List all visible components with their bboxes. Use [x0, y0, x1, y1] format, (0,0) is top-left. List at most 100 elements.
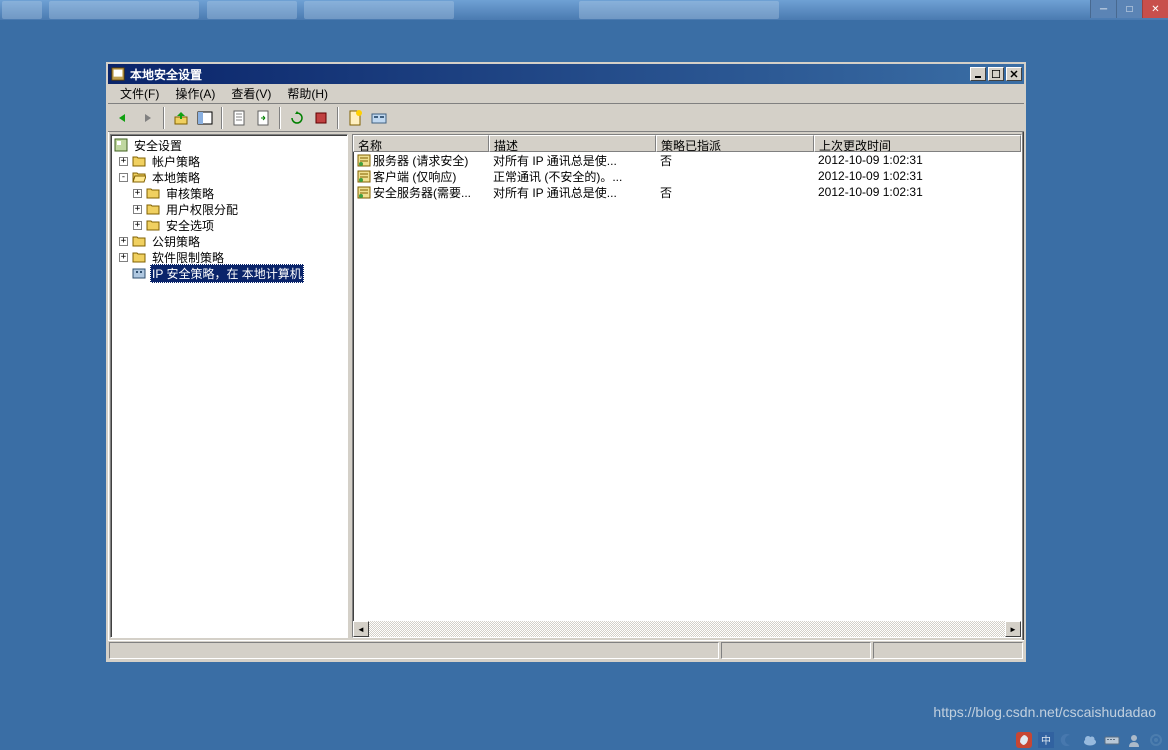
toolbar: [108, 104, 1024, 132]
tray-lang-icon[interactable]: 中: [1038, 732, 1054, 748]
policy-icon: [357, 185, 371, 199]
horizontal-scrollbar[interactable]: ◄ ►: [353, 621, 1021, 637]
tray-user-icon[interactable]: [1126, 732, 1142, 748]
expander-icon[interactable]: +: [119, 157, 128, 166]
expander-icon[interactable]: -: [119, 173, 128, 182]
folder-icon: [131, 249, 147, 265]
os-top-taskbar: [0, 0, 1168, 20]
mmc-window: 本地安全设置 文件(F) 操作(A) 查看(V) 帮助(H) 安全设: [106, 62, 1026, 662]
ipsec-icon: [131, 265, 147, 281]
tree-label: 安全选项: [164, 217, 216, 234]
col-description[interactable]: 描述: [489, 135, 656, 152]
os-minimize-button[interactable]: ─: [1090, 0, 1116, 18]
tree-account-policy[interactable]: + 帐户策略: [113, 153, 345, 169]
menubar: 文件(F) 操作(A) 查看(V) 帮助(H): [108, 84, 1024, 104]
up-button[interactable]: [170, 107, 192, 129]
tree-audit-policy[interactable]: + 审核策略: [113, 185, 345, 201]
tree-security-options[interactable]: + 安全选项: [113, 217, 345, 233]
tree-root[interactable]: 安全设置: [113, 137, 345, 153]
manage-filter-button[interactable]: [368, 107, 390, 129]
close-button[interactable]: [1006, 67, 1022, 81]
col-modified[interactable]: 上次更改时间: [814, 135, 1021, 152]
status-panel: [109, 642, 719, 659]
tray-gear-icon[interactable]: [1148, 732, 1164, 748]
folder-icon: [131, 153, 147, 169]
expander-icon[interactable]: +: [133, 221, 142, 230]
system-tray: 中: [1016, 732, 1164, 748]
scroll-track[interactable]: [369, 621, 1005, 637]
toolbar-separator: [163, 107, 165, 129]
export-button[interactable]: [252, 107, 274, 129]
os-close-button[interactable]: ✕: [1142, 0, 1168, 18]
stop-button[interactable]: [310, 107, 332, 129]
toolbar-separator: [279, 107, 281, 129]
statusbar: [108, 640, 1024, 660]
expander-icon[interactable]: +: [133, 205, 142, 214]
menu-view[interactable]: 查看(V): [223, 83, 279, 104]
folder-icon: [145, 201, 161, 217]
tree-local-policy[interactable]: - 本地策略: [113, 169, 345, 185]
app-icon: [110, 66, 126, 82]
col-assigned[interactable]: 策略已指派: [656, 135, 814, 152]
tree-user-rights[interactable]: + 用户权限分配: [113, 201, 345, 217]
menu-help[interactable]: 帮助(H): [279, 83, 336, 104]
cell-assigned: 否: [656, 184, 814, 201]
toolbar-separator: [337, 107, 339, 129]
maximize-button[interactable]: [988, 67, 1004, 81]
cell-desc: 对所有 IP 通讯总是使...: [489, 152, 656, 169]
folder-icon: [145, 217, 161, 233]
watermark: https://blog.csdn.net/cscaishudadao: [933, 704, 1156, 720]
list-item[interactable]: 安全服务器(需要... 对所有 IP 通讯总是使... 否 2012-10-09…: [353, 184, 1021, 200]
folder-icon: [131, 233, 147, 249]
refresh-button[interactable]: [286, 107, 308, 129]
expander-icon[interactable]: +: [133, 189, 142, 198]
list-body[interactable]: 服务器 (请求安全) 对所有 IP 通讯总是使... 否 2012-10-09 …: [353, 152, 1021, 621]
svg-text:中: 中: [1041, 734, 1051, 747]
tree-pane[interactable]: 安全设置 + 帐户策略 - 本地策略 + 审核策略: [110, 134, 348, 638]
tray-moon-icon[interactable]: [1060, 732, 1076, 748]
tree-label: 审核策略: [164, 185, 216, 202]
cell-name: 客户端 (仅响应): [373, 168, 456, 185]
cell-name: 安全服务器(需要...: [373, 184, 471, 201]
cell-desc: 正常通讯 (不安全的)。...: [489, 168, 656, 185]
tree-label: 安全设置: [132, 137, 184, 154]
properties-button[interactable]: [228, 107, 250, 129]
list-item[interactable]: 客户端 (仅响应) 正常通讯 (不安全的)。... 2012-10-09 1:0…: [353, 168, 1021, 184]
menu-file[interactable]: 文件(F): [112, 83, 167, 104]
titlebar: 本地安全设置: [108, 64, 1024, 84]
tray-keyboard-icon[interactable]: [1104, 732, 1120, 748]
folder-open-icon: [131, 169, 147, 185]
back-button[interactable]: [112, 107, 134, 129]
tree-label: 帐户策略: [150, 153, 202, 170]
cell-modified: 2012-10-09 1:02:31: [814, 169, 1021, 183]
tree-ip-security[interactable]: IP 安全策略，在 本地计算机: [113, 265, 345, 281]
policy-icon: [357, 153, 371, 167]
scroll-right-button[interactable]: ►: [1005, 621, 1021, 637]
list-item[interactable]: 服务器 (请求安全) 对所有 IP 通讯总是使... 否 2012-10-09 …: [353, 152, 1021, 168]
scroll-left-button[interactable]: ◄: [353, 621, 369, 637]
menu-action[interactable]: 操作(A): [167, 83, 223, 104]
cell-assigned: 否: [656, 152, 814, 169]
cell-modified: 2012-10-09 1:02:31: [814, 185, 1021, 199]
cell-desc: 对所有 IP 通讯总是使...: [489, 184, 656, 201]
tray-ime-icon[interactable]: [1016, 732, 1032, 748]
show-hide-tree-button[interactable]: [194, 107, 216, 129]
expander-icon[interactable]: +: [119, 237, 128, 246]
os-maximize-button[interactable]: □: [1116, 0, 1142, 18]
tree-label: 公钥策略: [150, 233, 202, 250]
forward-button[interactable]: [136, 107, 158, 129]
toolbar-separator: [221, 107, 223, 129]
minimize-button[interactable]: [970, 67, 986, 81]
expander-icon[interactable]: +: [119, 253, 128, 262]
cell-modified: 2012-10-09 1:02:31: [814, 153, 1021, 167]
status-panel: [721, 642, 871, 659]
tree-public-key[interactable]: + 公钥策略: [113, 233, 345, 249]
tree-label: 用户权限分配: [164, 201, 240, 218]
list-pane: 名称 描述 策略已指派 上次更改时间 服务器 (请求安全) 对所有 IP 通讯总…: [352, 134, 1022, 638]
policy-icon: [357, 169, 371, 183]
tray-cloud-icon[interactable]: [1082, 732, 1098, 748]
col-name[interactable]: 名称: [353, 135, 489, 152]
folder-icon: [145, 185, 161, 201]
status-panel: [873, 642, 1023, 659]
new-policy-button[interactable]: [344, 107, 366, 129]
